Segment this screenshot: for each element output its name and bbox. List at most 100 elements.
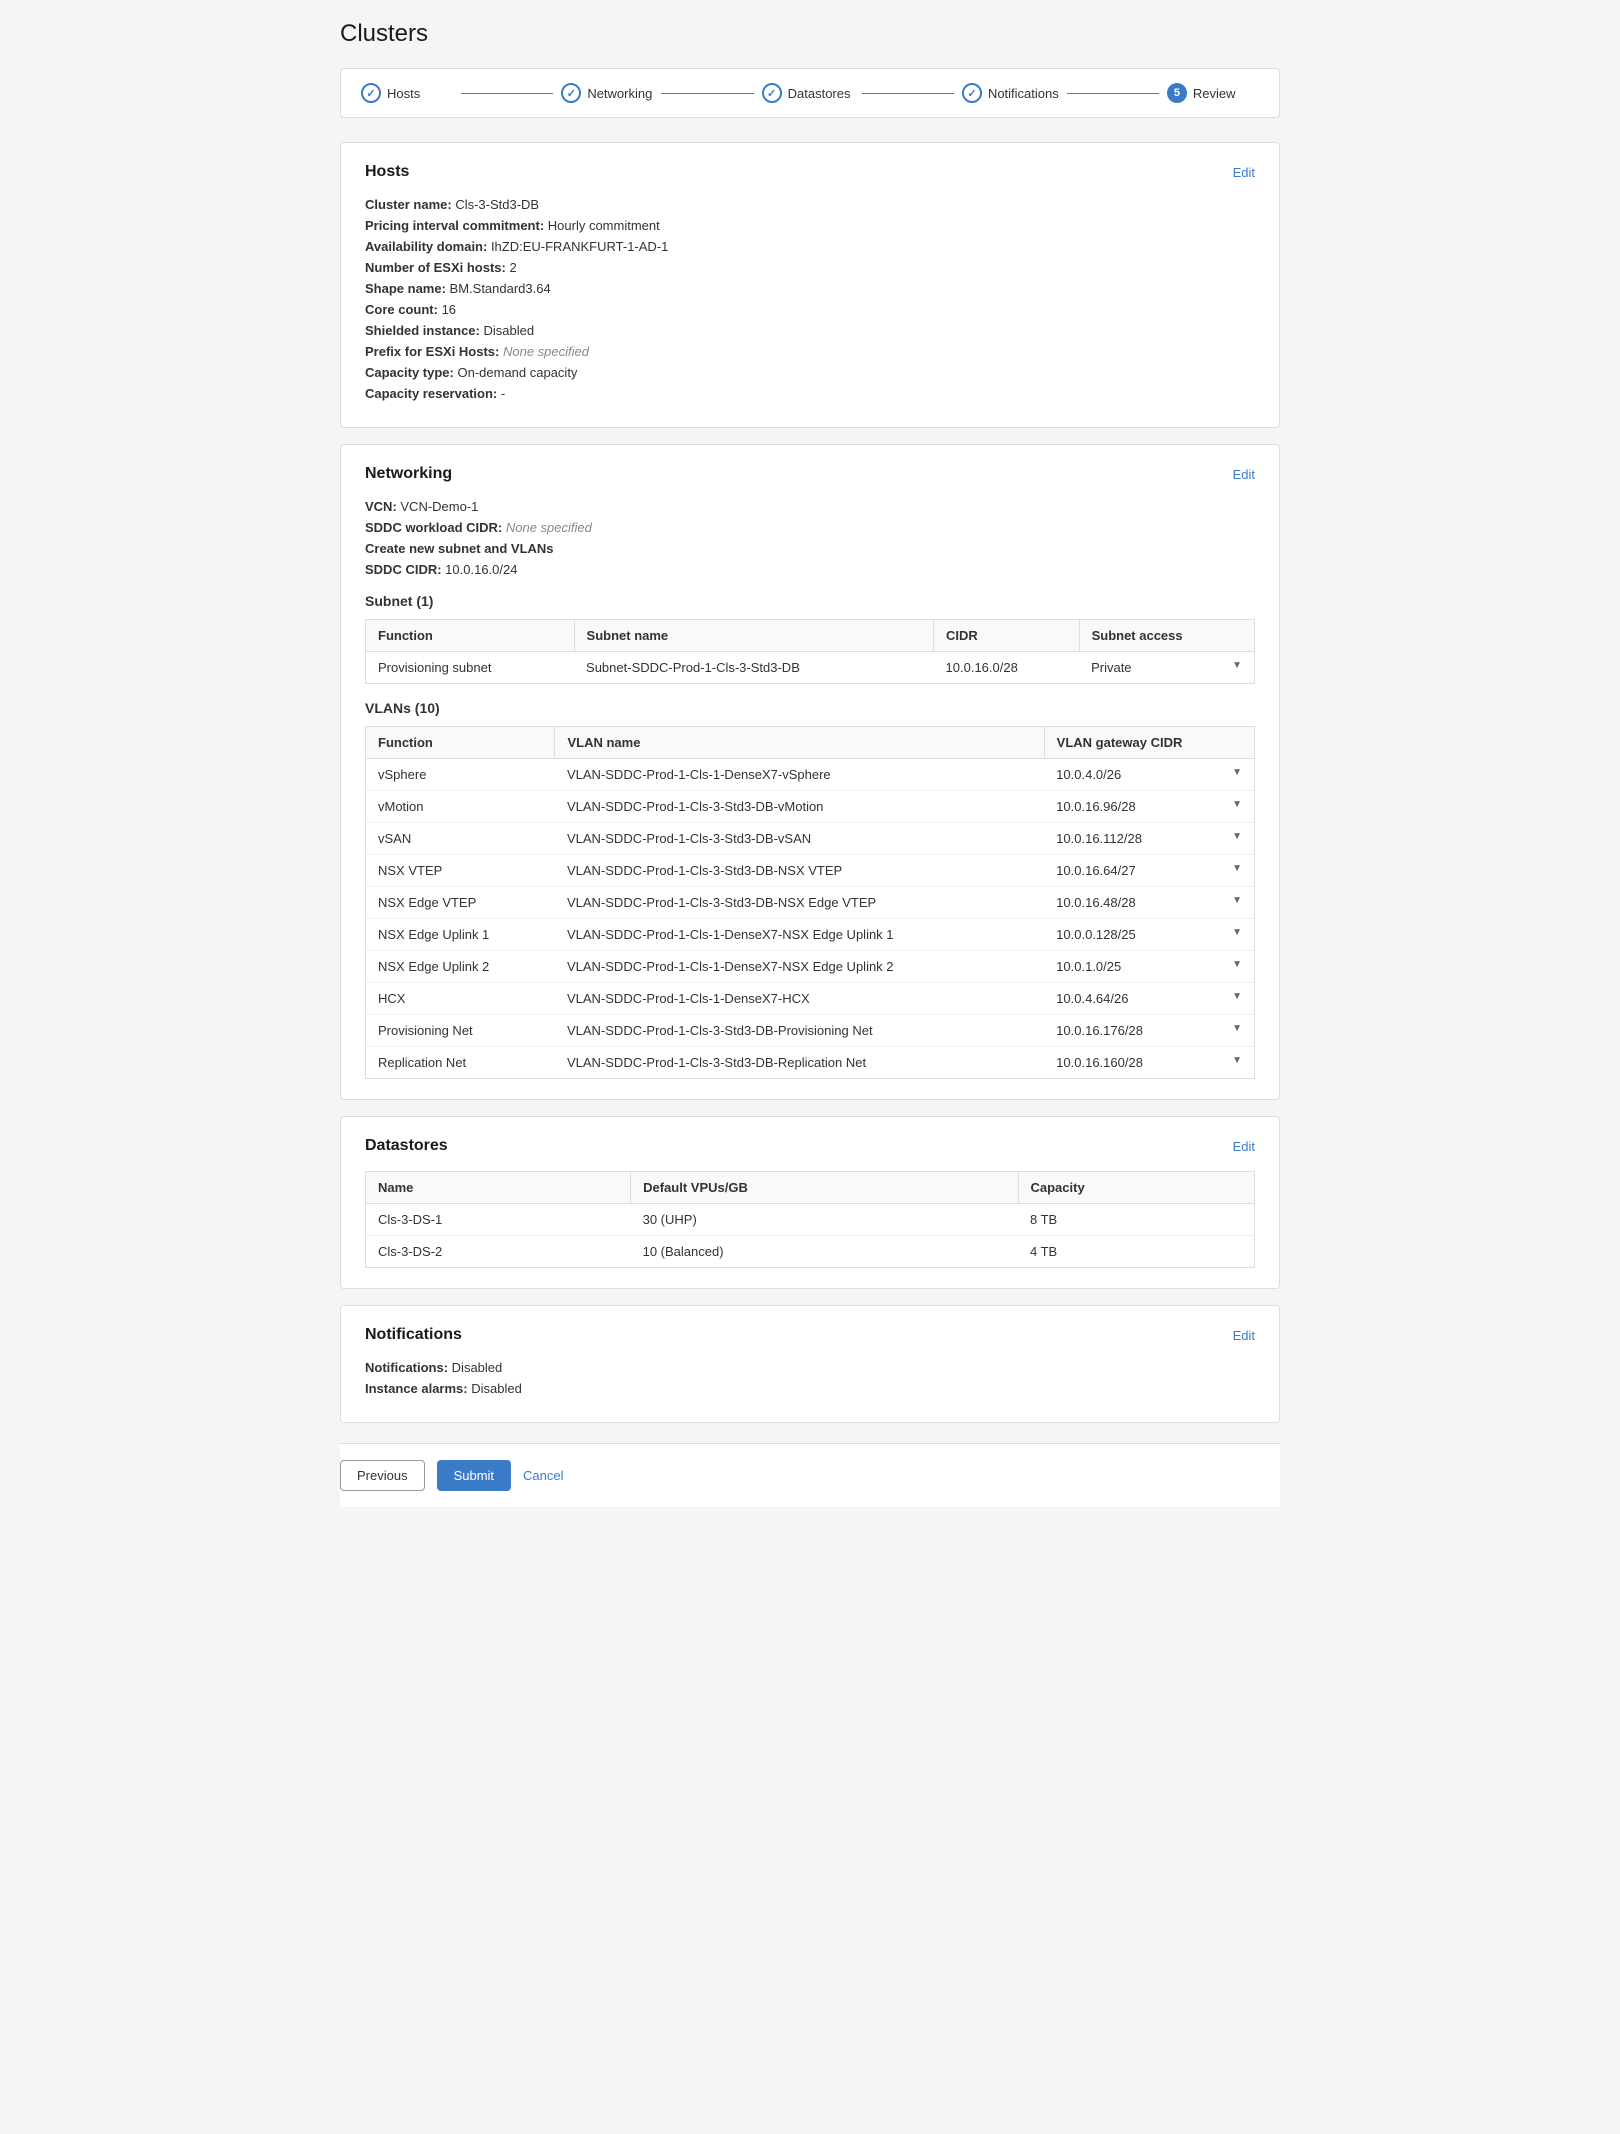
vlans-subsection-title: VLANs (10) bbox=[365, 700, 1255, 716]
step-line-3 bbox=[862, 93, 954, 94]
ds-col-name: Name bbox=[366, 1172, 631, 1204]
vlan-cell-function: NSX Edge Uplink 2 bbox=[366, 951, 555, 983]
vlan-cell-cidr: 10.0.16.64/27 ▼ bbox=[1044, 855, 1254, 887]
hosts-edit-link[interactable]: Edit bbox=[1233, 165, 1255, 180]
notifications-edit-link[interactable]: Edit bbox=[1233, 1328, 1255, 1343]
networking-section-header: Networking Edit bbox=[365, 465, 1255, 483]
step-circle-review: 5 bbox=[1167, 83, 1187, 103]
vlan-cell-name: VLAN-SDDC-Prod-1-Cls-3-Std3-DB-Replicati… bbox=[555, 1047, 1044, 1079]
step-circle-notifications: ✓ bbox=[962, 83, 982, 103]
vlan-cell-name: VLAN-SDDC-Prod-1-Cls-3-Std3-DB-NSX VTEP bbox=[555, 855, 1044, 887]
stepper: ✓ Hosts ✓ Networking ✓ Datastores ✓ Noti… bbox=[340, 68, 1280, 118]
subnet-table-header: Function Subnet name CIDR Subnet access bbox=[366, 620, 1255, 652]
hosts-section-title: Hosts bbox=[365, 163, 409, 181]
networking-edit-link[interactable]: Edit bbox=[1233, 467, 1255, 482]
chevron-down-icon: ▼ bbox=[1232, 660, 1242, 671]
step-notifications: ✓ Notifications bbox=[962, 83, 1059, 103]
vlan-cell-name: VLAN-SDDC-Prod-1-Cls-3-Std3-DB-vMotion bbox=[555, 791, 1044, 823]
ds-cell-name: Cls-3-DS-1 bbox=[366, 1204, 631, 1236]
field-sddc-workload: SDDC workload CIDR: None specified bbox=[365, 520, 1255, 535]
field-prefix: Prefix for ESXi Hosts: None specified bbox=[365, 344, 1255, 359]
ds-cell-name: Cls-3-DS-2 bbox=[366, 1236, 631, 1268]
subnet-col-cidr: CIDR bbox=[934, 620, 1080, 652]
page-title: Clusters bbox=[340, 20, 1280, 48]
vlan-cell-name: VLAN-SDDC-Prod-1-Cls-1-DenseX7-HCX bbox=[555, 983, 1044, 1015]
chevron-down-icon: ▼ bbox=[1232, 959, 1242, 970]
step-label-networking: Networking bbox=[587, 86, 652, 101]
step-label-notifications: Notifications bbox=[988, 86, 1059, 101]
ds-cell-vpus: 30 (UHP) bbox=[631, 1204, 1018, 1236]
vlan-cell-cidr: 10.0.16.96/28 ▼ bbox=[1044, 791, 1254, 823]
chevron-down-icon: ▼ bbox=[1232, 863, 1242, 874]
vlan-cell-cidr: 10.0.0.128/25 ▼ bbox=[1044, 919, 1254, 951]
vlan-cell-function: NSX VTEP bbox=[366, 855, 555, 887]
vlan-table-row: vSAN VLAN-SDDC-Prod-1-Cls-3-Std3-DB-vSAN… bbox=[366, 823, 1255, 855]
step-hosts: ✓ Hosts bbox=[361, 83, 453, 103]
vlan-table-row: vSphere VLAN-SDDC-Prod-1-Cls-1-DenseX7-v… bbox=[366, 759, 1255, 791]
vlan-cell-name: VLAN-SDDC-Prod-1-Cls-1-DenseX7-vSphere bbox=[555, 759, 1044, 791]
previous-button[interactable]: Previous bbox=[340, 1460, 425, 1491]
vlan-cell-name: VLAN-SDDC-Prod-1-Cls-3-Std3-DB-vSAN bbox=[555, 823, 1044, 855]
step-line-1 bbox=[461, 93, 553, 94]
hosts-section-header: Hosts Edit bbox=[365, 163, 1255, 181]
vlan-cell-name: VLAN-SDDC-Prod-1-Cls-1-DenseX7-NSX Edge … bbox=[555, 919, 1044, 951]
vlan-cell-cidr: 10.0.16.112/28 ▼ bbox=[1044, 823, 1254, 855]
chevron-down-icon: ▼ bbox=[1232, 1055, 1242, 1066]
step-networking: ✓ Networking bbox=[561, 83, 653, 103]
vlan-cell-function: Replication Net bbox=[366, 1047, 555, 1079]
ds-col-vpus: Default VPUs/GB bbox=[631, 1172, 1018, 1204]
networking-section-title: Networking bbox=[365, 465, 452, 483]
vlan-cell-function: NSX Edge VTEP bbox=[366, 887, 555, 919]
ds-col-capacity: Capacity bbox=[1018, 1172, 1255, 1204]
notifications-section: Notifications Edit Notifications: Disabl… bbox=[340, 1305, 1280, 1423]
chevron-down-icon: ▼ bbox=[1232, 831, 1242, 842]
vlan-cell-cidr: 10.0.16.176/28 ▼ bbox=[1044, 1015, 1254, 1047]
field-availability: Availability domain: IhZD:EU-FRANKFURT-1… bbox=[365, 239, 1255, 254]
subnet-cell-cidr: 10.0.16.0/28 bbox=[934, 652, 1080, 684]
field-instance-alarms: Instance alarms: Disabled bbox=[365, 1381, 1255, 1396]
footer: Previous Submit Cancel bbox=[340, 1443, 1280, 1507]
field-vcn: VCN: VCN-Demo-1 bbox=[365, 499, 1255, 514]
step-review: 5 Review bbox=[1167, 83, 1259, 103]
step-label-datastores: Datastores bbox=[788, 86, 851, 101]
vlan-table-row: NSX Edge Uplink 2 VLAN-SDDC-Prod-1-Cls-1… bbox=[366, 951, 1255, 983]
notifications-section-header: Notifications Edit bbox=[365, 1326, 1255, 1344]
subnet-cell-access: Private ▼ bbox=[1079, 652, 1254, 684]
vlan-cell-cidr: 10.0.1.0/25 ▼ bbox=[1044, 951, 1254, 983]
cancel-link[interactable]: Cancel bbox=[523, 1468, 563, 1483]
vlan-table-row: NSX Edge Uplink 1 VLAN-SDDC-Prod-1-Cls-1… bbox=[366, 919, 1255, 951]
datastores-section: Datastores Edit Name Default VPUs/GB Cap… bbox=[340, 1116, 1280, 1289]
chevron-down-icon: ▼ bbox=[1232, 767, 1242, 778]
hosts-section: Hosts Edit Cluster name: Cls-3-Std3-DB P… bbox=[340, 142, 1280, 428]
ds-cell-capacity: 4 TB bbox=[1018, 1236, 1255, 1268]
chevron-down-icon: ▼ bbox=[1232, 895, 1242, 906]
datastore-table-row: Cls-3-DS-2 10 (Balanced) 4 TB bbox=[366, 1236, 1255, 1268]
chevron-down-icon: ▼ bbox=[1232, 1023, 1242, 1034]
vlan-table-row: HCX VLAN-SDDC-Prod-1-Cls-1-DenseX7-HCX 1… bbox=[366, 983, 1255, 1015]
step-circle-networking: ✓ bbox=[561, 83, 581, 103]
field-cluster-name: Cluster name: Cls-3-Std3-DB bbox=[365, 197, 1255, 212]
vlans-col-function: Function bbox=[366, 727, 555, 759]
datastores-edit-link[interactable]: Edit bbox=[1233, 1139, 1255, 1154]
chevron-down-icon: ▼ bbox=[1232, 799, 1242, 810]
vlans-table-header: Function VLAN name VLAN gateway CIDR bbox=[366, 727, 1255, 759]
datastores-section-header: Datastores Edit bbox=[365, 1137, 1255, 1155]
datastores-table: Name Default VPUs/GB Capacity Cls-3-DS-1… bbox=[365, 1171, 1255, 1268]
datastores-table-header: Name Default VPUs/GB Capacity bbox=[366, 1172, 1255, 1204]
vlan-cell-cidr: 10.0.16.48/28 ▼ bbox=[1044, 887, 1254, 919]
submit-button[interactable]: Submit bbox=[437, 1460, 511, 1491]
networking-section: Networking Edit VCN: VCN-Demo-1 SDDC wor… bbox=[340, 444, 1280, 1100]
notifications-section-title: Notifications bbox=[365, 1326, 462, 1344]
notifications-fields: Notifications: Disabled Instance alarms:… bbox=[365, 1360, 1255, 1396]
subnet-cell-name: Subnet-SDDC-Prod-1-Cls-3-Std3-DB bbox=[574, 652, 934, 684]
subnet-col-name: Subnet name bbox=[574, 620, 934, 652]
subnet-subsection-title: Subnet (1) bbox=[365, 593, 1255, 609]
subnet-col-function: Function bbox=[366, 620, 575, 652]
step-line-4 bbox=[1067, 93, 1159, 94]
datastore-table-row: Cls-3-DS-1 30 (UHP) 8 TB bbox=[366, 1204, 1255, 1236]
chevron-down-icon: ▼ bbox=[1232, 991, 1242, 1002]
vlan-table-row: Provisioning Net VLAN-SDDC-Prod-1-Cls-3-… bbox=[366, 1015, 1255, 1047]
vlan-cell-function: vSAN bbox=[366, 823, 555, 855]
chevron-down-icon: ▼ bbox=[1232, 927, 1242, 938]
field-create-subnet: Create new subnet and VLANs bbox=[365, 541, 1255, 556]
